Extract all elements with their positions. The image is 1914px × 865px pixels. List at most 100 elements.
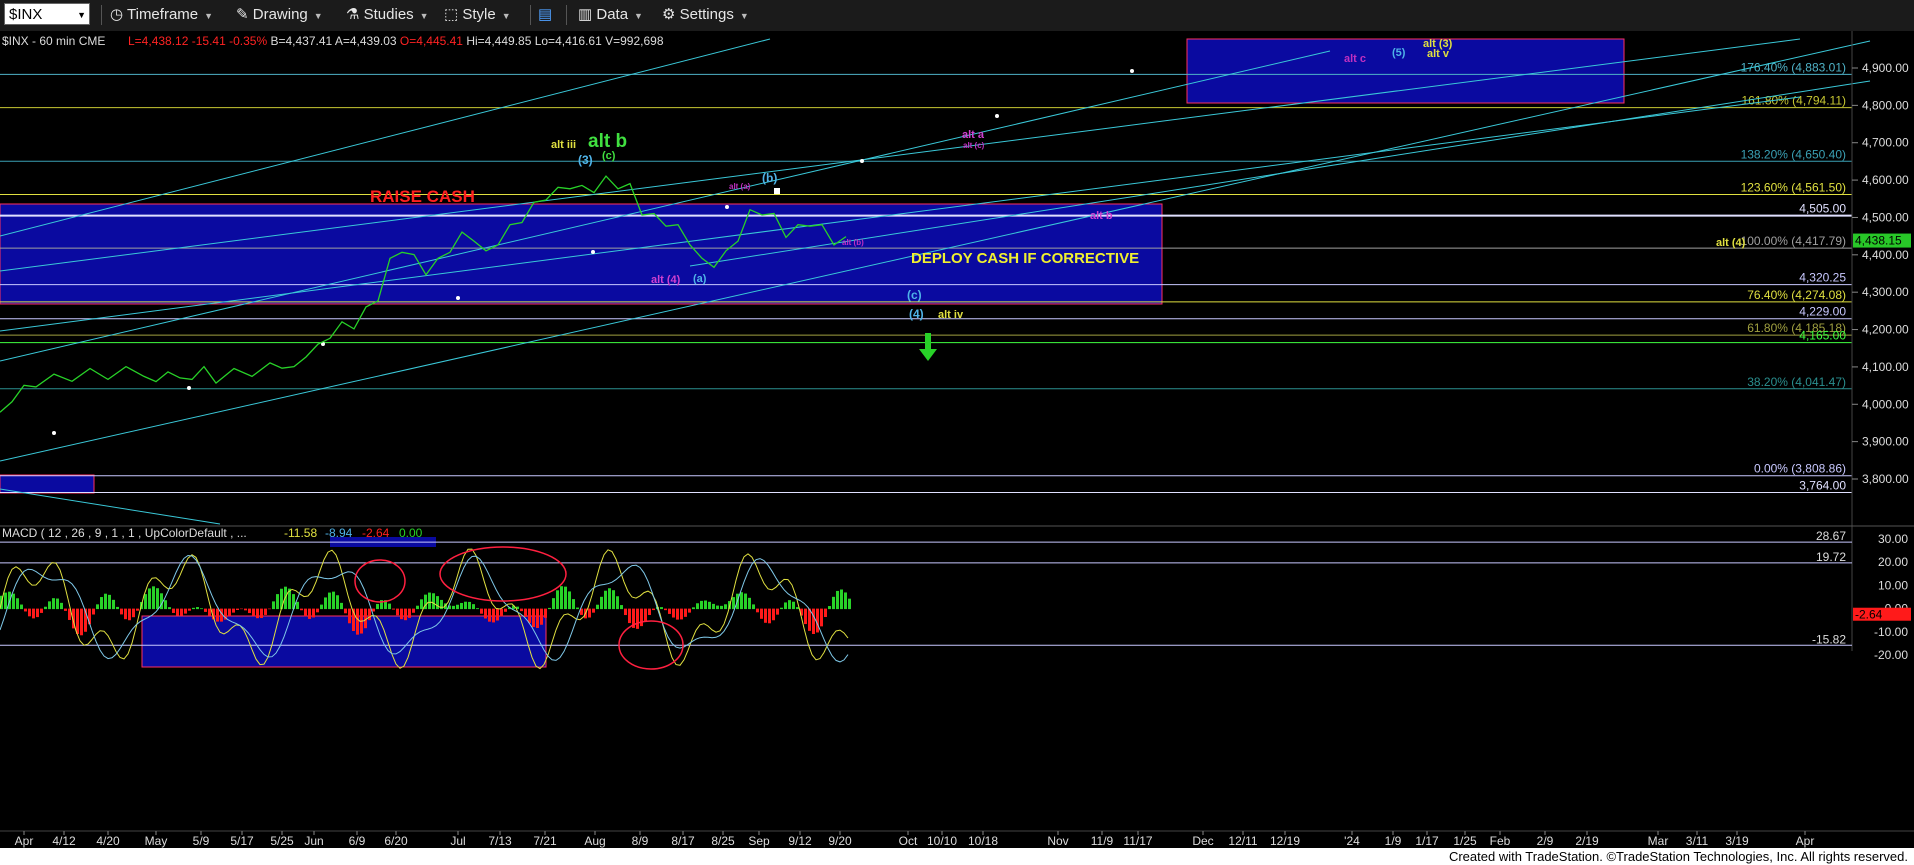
macd-bar	[432, 593, 435, 610]
time-tick-label: 6/9	[349, 834, 366, 848]
macd-bar	[344, 608, 347, 614]
wave-label: alt iii	[551, 139, 576, 151]
macd-bar	[156, 588, 159, 610]
macd-bar	[232, 608, 235, 613]
macd-bar	[144, 594, 147, 610]
quote-line: L=4,438.12 -15.41 -0.35% B=4,437.41 A=4,…	[128, 34, 664, 48]
studies-label: Studies	[363, 6, 414, 23]
macd-bar	[536, 608, 539, 628]
macd-bar	[604, 590, 607, 610]
time-tick-label: 8/9	[632, 834, 649, 848]
macd-bar	[812, 608, 815, 635]
wave-label: (a)	[693, 273, 707, 285]
copyright-text: Created with TradeStation. ©TradeStation…	[1448, 849, 1908, 864]
level-label: 76.40% (4,274.08)	[1747, 288, 1846, 302]
chevron-down-icon[interactable]: ▼	[77, 4, 86, 26]
level-label: 161.80% (4,794.11)	[1741, 94, 1846, 108]
time-tick-label: Jul	[450, 834, 465, 848]
price-tick-label: 4,900.00	[1862, 61, 1909, 75]
macd-bar	[748, 597, 751, 610]
macd-bar	[684, 608, 687, 617]
macd-bar	[412, 608, 415, 613]
macd-bar	[588, 608, 591, 618]
macd-bar	[152, 586, 155, 610]
macd-bar	[460, 602, 463, 610]
time-tick-label: 3/11	[1686, 834, 1709, 848]
chart-area[interactable]: $INX - 60 min CME L=4,438.12 -15.41 -0.3…	[0, 31, 1914, 848]
wave-label: alt b	[1090, 210, 1113, 222]
chevron-down-icon: ▼	[501, 11, 511, 21]
quote-value: Lo=4,416.61	[531, 34, 602, 48]
symbol-text: $INX	[9, 6, 43, 23]
macd-bar	[600, 596, 603, 610]
macd-bar	[764, 608, 767, 623]
drawing-menu[interactable]: ✎ Drawing ▼	[236, 4, 323, 26]
quote-value: L=4,438.12	[128, 34, 189, 48]
layout-icon[interactable]: ▤	[538, 4, 552, 26]
time-tick-label: 5/17	[230, 834, 254, 848]
macd-bar	[136, 608, 139, 611]
wave-label: (c)	[907, 288, 922, 302]
data-menu[interactable]: ▥ Data ▼	[578, 4, 643, 26]
macd-bar	[500, 608, 503, 617]
macd-bar	[132, 608, 135, 618]
quote-value: -0.35%	[226, 34, 268, 48]
chevron-down-icon: ▼	[739, 11, 749, 21]
macd-bar	[388, 603, 391, 610]
macd-bar	[700, 600, 703, 610]
time-tick-label: 7/21	[533, 834, 557, 848]
macd-bar	[524, 608, 527, 617]
macd-bar	[804, 608, 807, 625]
macd-bar	[644, 608, 647, 621]
macd-bar	[548, 607, 551, 610]
macd-bar	[396, 608, 399, 616]
level-label: 38.20% (4,041.47)	[1747, 375, 1846, 389]
macd-bar	[780, 607, 783, 610]
macd-bar	[60, 602, 63, 610]
macd-bar	[376, 603, 379, 610]
timeframe-label: Timeframe	[127, 6, 199, 23]
macd-bar	[228, 608, 231, 617]
macd-bar	[208, 608, 211, 616]
macd-bar	[756, 608, 759, 613]
level-label: 4,165.00	[1799, 329, 1846, 343]
macd-bar	[820, 608, 823, 627]
macd-bar	[428, 592, 431, 610]
macd-bar	[596, 604, 599, 610]
macd-bar	[176, 608, 179, 616]
time-tick-label: Dec	[1192, 834, 1213, 848]
level-label: 138.20% (4,650.40)	[1741, 147, 1846, 161]
macd-bar	[196, 607, 199, 610]
macd-bar	[272, 601, 275, 610]
timeframe-menu[interactable]: ◷ Timeframe ▼	[110, 4, 213, 26]
macd-bar	[16, 598, 19, 610]
time-tick-label: 11/17	[1123, 834, 1152, 848]
symbol-input[interactable]: $INX ▼	[4, 3, 90, 25]
macd-bar	[276, 594, 279, 610]
time-tick-label: 2/19	[1575, 834, 1599, 848]
macd-bar	[76, 608, 79, 634]
target-zone-box	[1186, 38, 1625, 104]
macd-bar	[492, 608, 495, 623]
macd-value: -11.58	[284, 526, 317, 540]
wave-label: (3)	[578, 153, 593, 167]
trend-point	[591, 250, 595, 254]
macd-bar	[24, 608, 27, 612]
macd-bar	[108, 594, 111, 610]
settings-menu[interactable]: ⚙ Settings ▼	[662, 4, 749, 26]
macd-bar	[4, 592, 7, 610]
macd-bar	[560, 586, 563, 610]
time-tick-label: 10/18	[968, 834, 998, 848]
macd-bar	[680, 608, 683, 620]
macd-bar	[692, 607, 695, 610]
macd-bar	[824, 608, 827, 618]
macd-bar	[724, 604, 727, 610]
macd-bar	[368, 608, 371, 621]
pencil-icon: ✎	[236, 6, 249, 23]
macd-bar	[564, 586, 567, 610]
style-menu[interactable]: ⬚ Style ▼	[444, 4, 511, 26]
macd-bar	[836, 590, 839, 610]
studies-menu[interactable]: ⚗ Studies ▼	[346, 4, 429, 26]
level-label: 4,505.00	[1799, 202, 1846, 216]
toolbar-separator	[101, 5, 102, 25]
